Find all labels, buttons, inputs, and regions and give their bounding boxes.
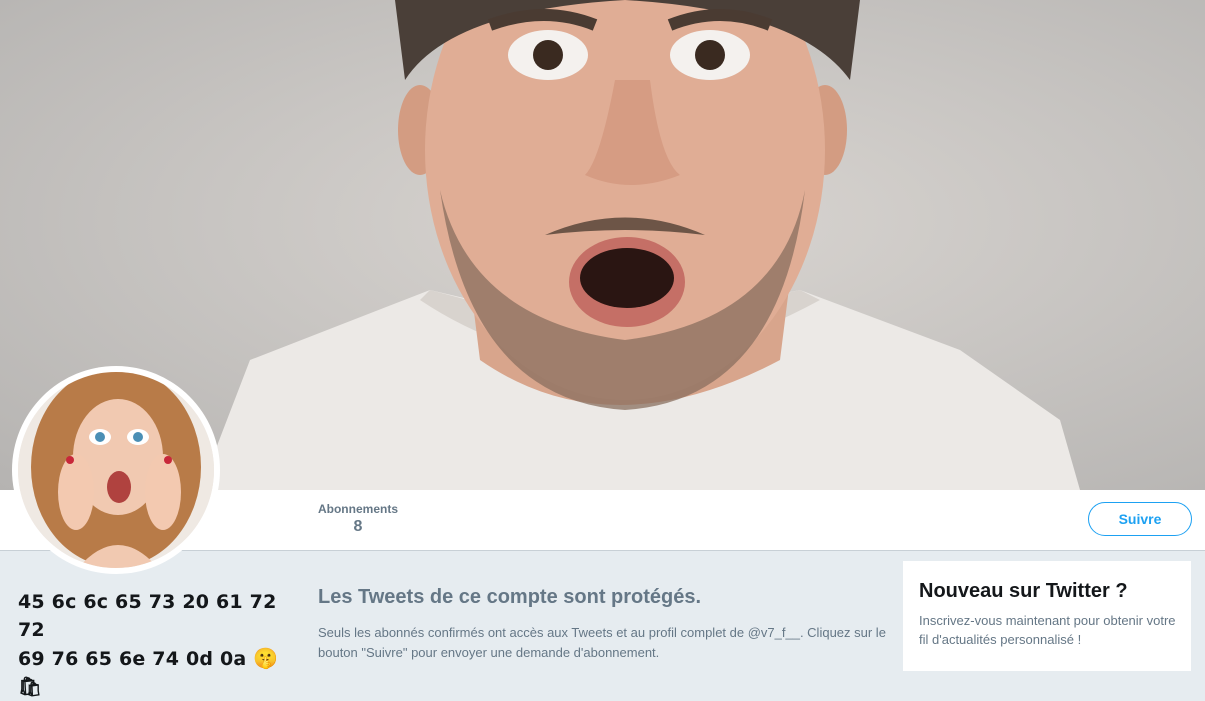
profile-avatar (18, 372, 214, 568)
profile-bio: 45 6c 6c 65 73 20 61 72 72 69 76 65 6e 7… (18, 588, 288, 701)
following-count: 8 (353, 518, 363, 535)
avatar[interactable] (12, 366, 220, 574)
bio-line-2: 69 76 65 6e 74 0d 0a (18, 648, 247, 670)
signup-title: Nouveau sur Twitter ? (919, 580, 1128, 602)
signup-text: Inscrivez-vous maintenant pour obtenir v… (919, 613, 1176, 647)
bio-line-1: 45 6c 6c 65 73 20 61 72 72 (18, 591, 277, 641)
protected-title: Les Tweets de ce compte sont protégés. (318, 586, 702, 608)
protected-text: Seuls les abonnés confirmés ont accès au… (318, 625, 886, 660)
shopping-bags-icon: 🛍 (18, 676, 43, 698)
avatar-image (18, 372, 214, 568)
following-label: Abonnements (317, 502, 398, 516)
follow-button[interactable]: Suivre (1088, 502, 1192, 536)
following-stat[interactable]: Abonnements 8 (310, 502, 406, 536)
shushing-face-icon: 🤫 (253, 646, 279, 670)
